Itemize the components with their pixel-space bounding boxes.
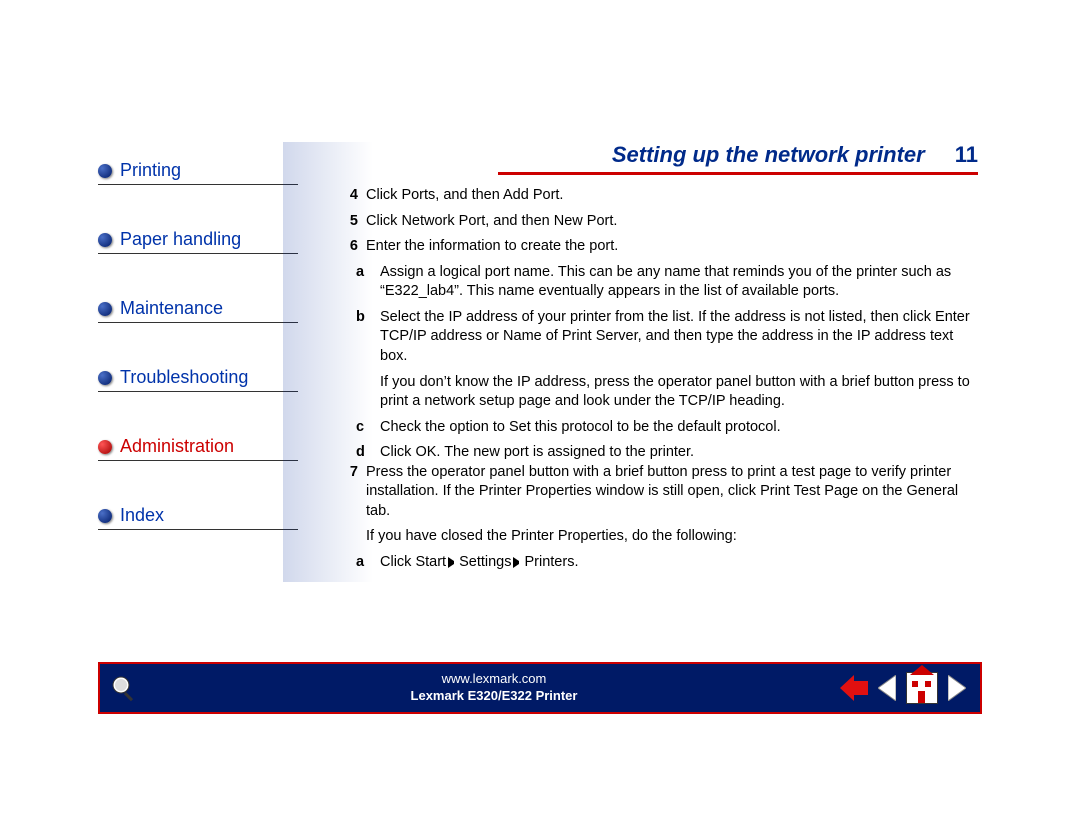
substep-letter: b <box>356 308 374 367</box>
sidebar-item-label: Index <box>120 505 164 526</box>
substep-7a-prefix: Click Start <box>380 554 446 570</box>
step-text: Click Ports, and then Add Port. <box>366 186 978 206</box>
page-number: 11 <box>955 142 978 168</box>
footer-url-link[interactable]: www.lexmark.com <box>442 671 547 686</box>
step-number: 5 <box>338 212 358 232</box>
bullet-icon <box>98 371 112 385</box>
step-7-extra: If you have closed the Printer Propertie… <box>366 527 978 547</box>
substep-letter: a <box>356 263 374 302</box>
bullet-icon <box>98 440 112 454</box>
step-text: Press the operator panel button with a b… <box>366 463 978 522</box>
prev-arrow-icon[interactable] <box>878 675 896 701</box>
step-4: 4 Click Ports, and then Add Port. <box>338 186 978 206</box>
sidebar: Printing Paper handling Maintenance Trou… <box>98 160 298 574</box>
step-text: Enter the information to create the port… <box>366 237 978 257</box>
substep-6a: a Assign a logical port name. This can b… <box>356 263 978 302</box>
home-icon[interactable] <box>906 672 938 704</box>
step-6: 6 Enter the information to create the po… <box>338 237 978 257</box>
sidebar-item-paper-handling[interactable]: Paper handling <box>98 229 298 254</box>
footer-product: Lexmark E320/E322 Printer <box>411 688 578 703</box>
sidebar-item-index[interactable]: Index <box>98 505 298 530</box>
substep-7a-mid: Settings <box>459 554 511 570</box>
sidebar-item-troubleshooting[interactable]: Troubleshooting <box>98 367 298 392</box>
bullet-icon <box>98 233 112 247</box>
triangle-icon <box>448 557 457 568</box>
substep-text: Click OK. The new port is assigned to th… <box>380 443 978 463</box>
step-5: 5 Click Network Port, and then New Port. <box>338 212 978 232</box>
main-content: 4 Click Ports, and then Add Port. 5 Clic… <box>338 186 978 573</box>
page-header: Setting up the network printer 11 <box>498 142 978 175</box>
substep-letter: d <box>356 443 374 463</box>
footer-bar: www.lexmark.com Lexmark E320/E322 Printe… <box>98 662 982 714</box>
substep-text: Assign a logical port name. This can be … <box>380 263 978 302</box>
step-text: Click Network Port, and then New Port. <box>366 212 978 232</box>
page-title: Setting up the network printer <box>612 142 925 168</box>
sidebar-item-label: Paper handling <box>120 229 241 250</box>
bullet-icon <box>98 164 112 178</box>
substep-7a: a Click Start Settings Printers. <box>356 553 978 573</box>
step-number: 7 <box>338 463 358 522</box>
sidebar-item-administration[interactable]: Administration <box>98 436 298 461</box>
footer-center: www.lexmark.com Lexmark E320/E322 Printe… <box>148 671 840 705</box>
triangle-icon <box>513 557 522 568</box>
substep-6b: b Select the IP address of your printer … <box>356 308 978 367</box>
sidebar-item-label: Troubleshooting <box>120 367 248 388</box>
substep-6d: d Click OK. The new port is assigned to … <box>356 443 978 463</box>
substep-text: Check the option to Set this protocol to… <box>380 418 978 438</box>
bullet-icon <box>98 509 112 523</box>
step-number: 4 <box>338 186 358 206</box>
back-red-arrow-icon[interactable] <box>840 675 868 701</box>
substep-text: Click Start Settings Printers. <box>380 553 978 573</box>
step-number: 6 <box>338 237 358 257</box>
footer-nav <box>840 672 980 704</box>
substep-text: Select the IP address of your printer fr… <box>380 308 978 367</box>
substep-7a-end: Printers. <box>524 554 578 570</box>
sidebar-item-label: Administration <box>120 436 234 457</box>
sidebar-item-label: Maintenance <box>120 298 223 319</box>
substep-letter: c <box>356 418 374 438</box>
next-arrow-icon[interactable] <box>948 675 966 701</box>
sidebar-item-printing[interactable]: Printing <box>98 160 298 185</box>
bullet-icon <box>98 302 112 316</box>
search-icon[interactable] <box>100 673 148 703</box>
substep-6b-extra: If you don’t know the IP address, press … <box>380 373 978 412</box>
sidebar-item-label: Printing <box>120 160 181 181</box>
substep-letter: a <box>356 553 374 573</box>
step-7: 7 Press the operator panel button with a… <box>338 463 978 522</box>
sidebar-item-maintenance[interactable]: Maintenance <box>98 298 298 323</box>
substep-6c: c Check the option to Set this protocol … <box>356 418 978 438</box>
